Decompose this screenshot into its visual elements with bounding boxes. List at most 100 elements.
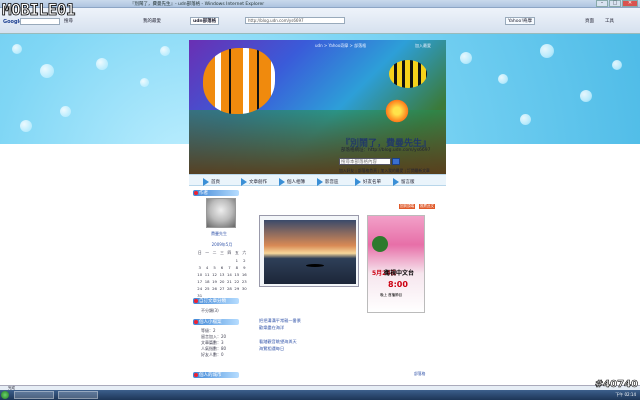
calendar-day[interactable]: 13: [218, 272, 225, 277]
calendar-day[interactable]: 16: [241, 272, 248, 277]
calendar-day[interactable]: 29: [233, 286, 240, 291]
calendar-day: [226, 258, 233, 263]
calendar-weekday: 一: [205, 250, 210, 255]
calendar-day[interactable]: 2: [241, 258, 248, 263]
stats-heading: 個人小檔案: [193, 319, 239, 325]
arrow-icon: [317, 178, 323, 186]
tv-ad-banner[interactable]: 5月24日 衛視中文台 8:00 晚上 首播節目: [367, 215, 425, 313]
bubble-decoration: [580, 90, 592, 102]
tab-active[interactable]: udn部落格: [190, 17, 220, 25]
maximize-button[interactable]: □: [609, 0, 621, 7]
calendar-day[interactable]: 3: [196, 265, 203, 270]
start-button[interactable]: [1, 391, 9, 399]
blog-search-button[interactable]: [392, 158, 400, 165]
author-name[interactable]: 費曼先生: [211, 231, 227, 237]
nav-item-home[interactable]: 首頁: [203, 178, 220, 186]
browser-toolbar: Google 搜尋 我的最愛 udn部落格 http://blog.udn.co…: [0, 8, 640, 41]
calendar-day[interactable]: 12: [211, 272, 218, 277]
calendar-day[interactable]: 21: [226, 279, 233, 284]
bookmarks-button[interactable]: 我的最愛: [143, 17, 161, 25]
title-bar: 『別鬧了，費曼先生』- udn部落格 - Windows Internet Ex…: [0, 0, 640, 8]
calendar-day[interactable]: 19: [211, 279, 218, 284]
calendar-day[interactable]: 20: [218, 279, 225, 284]
taskbar: 下午 02:14: [0, 390, 640, 400]
calendar-weekday: 三: [220, 250, 224, 255]
nav-label: 個人相簿: [287, 180, 305, 185]
clock: 下午 02:14: [615, 392, 636, 397]
address-bar[interactable]: http://blog.udn.com/ys6697: [245, 17, 345, 24]
footer-link[interactable]: 部落格: [414, 371, 425, 377]
stat-line: 好友人數：0: [201, 352, 224, 357]
calendar-day[interactable]: 9: [241, 265, 248, 270]
back-to-top-button[interactable]: 回到頂端: [399, 204, 415, 209]
ad-time: 8:00: [388, 280, 408, 289]
nav-item-video[interactable]: 影音區: [317, 178, 339, 186]
boat-silhouette: [306, 264, 324, 267]
blog-url: 部落格網址：http://blog.udn.com/ys6697: [341, 148, 431, 153]
category-item[interactable]: 不分類(3): [201, 308, 219, 314]
header-links[interactable]: udn > Yahoo奇摩 > 部落格: [315, 43, 366, 49]
sunset-photo: [264, 220, 356, 284]
nav-item-guestbook[interactable]: 留言版: [393, 178, 415, 186]
calendar-day[interactable]: 28: [226, 286, 233, 291]
post-link[interactable]: 歡樂盡在海洋: [259, 325, 284, 331]
calendar-day[interactable]: 5: [211, 265, 218, 270]
calendar-day[interactable]: 23: [241, 279, 248, 284]
arrow-icon: [393, 178, 399, 186]
bubble-decoration: [40, 64, 54, 78]
calendar-title[interactable]: 2009年5月: [196, 242, 248, 248]
calendar-day[interactable]: 30: [241, 286, 248, 291]
taskbar-item[interactable]: [14, 391, 54, 399]
page-menu-button[interactable]: 頁面: [585, 17, 594, 25]
ad-venue: 衛視中文台: [384, 270, 415, 277]
post-link[interactable]: 把把溝溝平常親一番景: [259, 318, 301, 324]
angelfish-image: [389, 60, 427, 88]
post-link[interactable]: 看踏觀音眺望海與天: [259, 339, 297, 345]
calendar-day[interactable]: 24: [196, 286, 203, 291]
category-heading: 自訂文章分類: [193, 298, 239, 304]
post-link[interactable]: 海覽相遇每日: [259, 346, 284, 352]
anemone-image: [384, 98, 410, 124]
calendar-day[interactable]: 8: [233, 265, 240, 270]
tools-menu-button[interactable]: 工具: [605, 17, 614, 25]
bubble-decoration: [60, 106, 71, 117]
avatar[interactable]: [206, 198, 236, 228]
add-favorite-link[interactable]: 加入最愛: [415, 43, 431, 49]
calendar-day[interactable]: 17: [196, 279, 203, 284]
tab-yahoo[interactable]: Yahoo!奇摩: [505, 17, 536, 25]
calendar-day[interactable]: 7: [226, 265, 233, 270]
taskbar-item[interactable]: [58, 391, 98, 399]
calendar-day[interactable]: 6: [218, 265, 225, 270]
minimize-button[interactable]: –: [596, 0, 608, 7]
calendar-day: [218, 258, 225, 263]
calendar-day[interactable]: 25: [203, 286, 210, 291]
calendar-day: [203, 258, 210, 263]
blog-search-input[interactable]: [339, 158, 391, 165]
calendar-day[interactable]: 11: [203, 272, 210, 277]
nav-item-friends[interactable]: 好友名單: [355, 178, 381, 186]
blog-navbar: 首頁 文章創作 個人相簿 影音區 好友名單 留言版: [189, 174, 446, 186]
nav-label: 文章創作: [249, 180, 267, 185]
calendar-day[interactable]: 26: [211, 286, 218, 291]
recommend-button[interactable]: 推薦此文: [419, 204, 435, 209]
nav-item-articles[interactable]: 文章創作: [241, 178, 267, 186]
blog-banner: udn > Yahoo奇摩 > 部落格 加入最愛 『別鬧了，費曼先生』 部落格網…: [189, 40, 446, 180]
bubble-decoration: [540, 44, 554, 58]
calendar-day[interactable]: 27: [218, 286, 225, 291]
calendar-day[interactable]: 1: [233, 258, 240, 263]
arrow-icon: [203, 178, 209, 186]
calendar-day[interactable]: 4: [203, 265, 210, 270]
calendar-day[interactable]: 22: [233, 279, 240, 284]
close-button[interactable]: ✕: [622, 0, 638, 7]
bubble-decoration: [140, 78, 149, 87]
calendar-day[interactable]: 14: [226, 272, 233, 277]
calendar-day[interactable]: 10: [196, 272, 203, 277]
featured-photo-frame[interactable]: [259, 215, 359, 287]
links-heading: 個人的城市: [193, 372, 239, 378]
nav-item-album[interactable]: 個人相簿: [279, 178, 305, 186]
nav-label: 好友名單: [363, 180, 381, 185]
calendar-day[interactable]: 18: [203, 279, 210, 284]
bubble-decoration: [12, 44, 22, 54]
google-search-input[interactable]: [20, 18, 60, 25]
calendar-day[interactable]: 15: [233, 272, 240, 277]
